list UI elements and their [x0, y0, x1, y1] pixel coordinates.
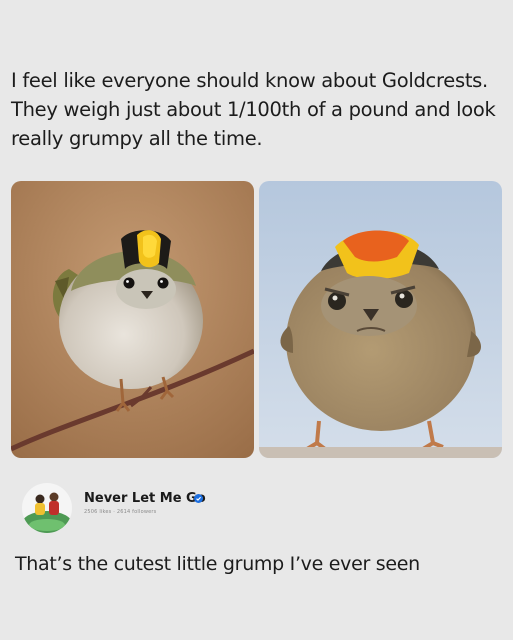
goldcrest-photo-left[interactable]: [11, 181, 254, 458]
avatar[interactable]: [22, 483, 72, 533]
goldcrest-photo-right[interactable]: [259, 181, 502, 458]
comment-text: That’s the cutest little grump I’ve ever…: [15, 553, 420, 575]
verified-badge-icon: [194, 494, 203, 503]
post-text-line-1: I feel like everyone should know about G…: [11, 69, 488, 92]
post-text-line-3: really grumpy all the time.: [11, 127, 263, 150]
profile-name[interactable]: Never Let Me Go: [84, 491, 206, 506]
goldcrest-grumpy-illustration: [259, 181, 502, 458]
avatar-image: [22, 483, 72, 533]
post-text: I feel like everyone should know about G…: [11, 66, 506, 153]
post-text-line-2: They weigh just about 1/100th of a pound…: [11, 98, 496, 121]
profile-stats: 2506 likes · 2614 followers: [84, 509, 157, 515]
profile-row[interactable]: Never Let Me Go 2506 likes · 2614 follow…: [22, 481, 482, 533]
goldcrest-on-branch-illustration: [11, 181, 254, 458]
